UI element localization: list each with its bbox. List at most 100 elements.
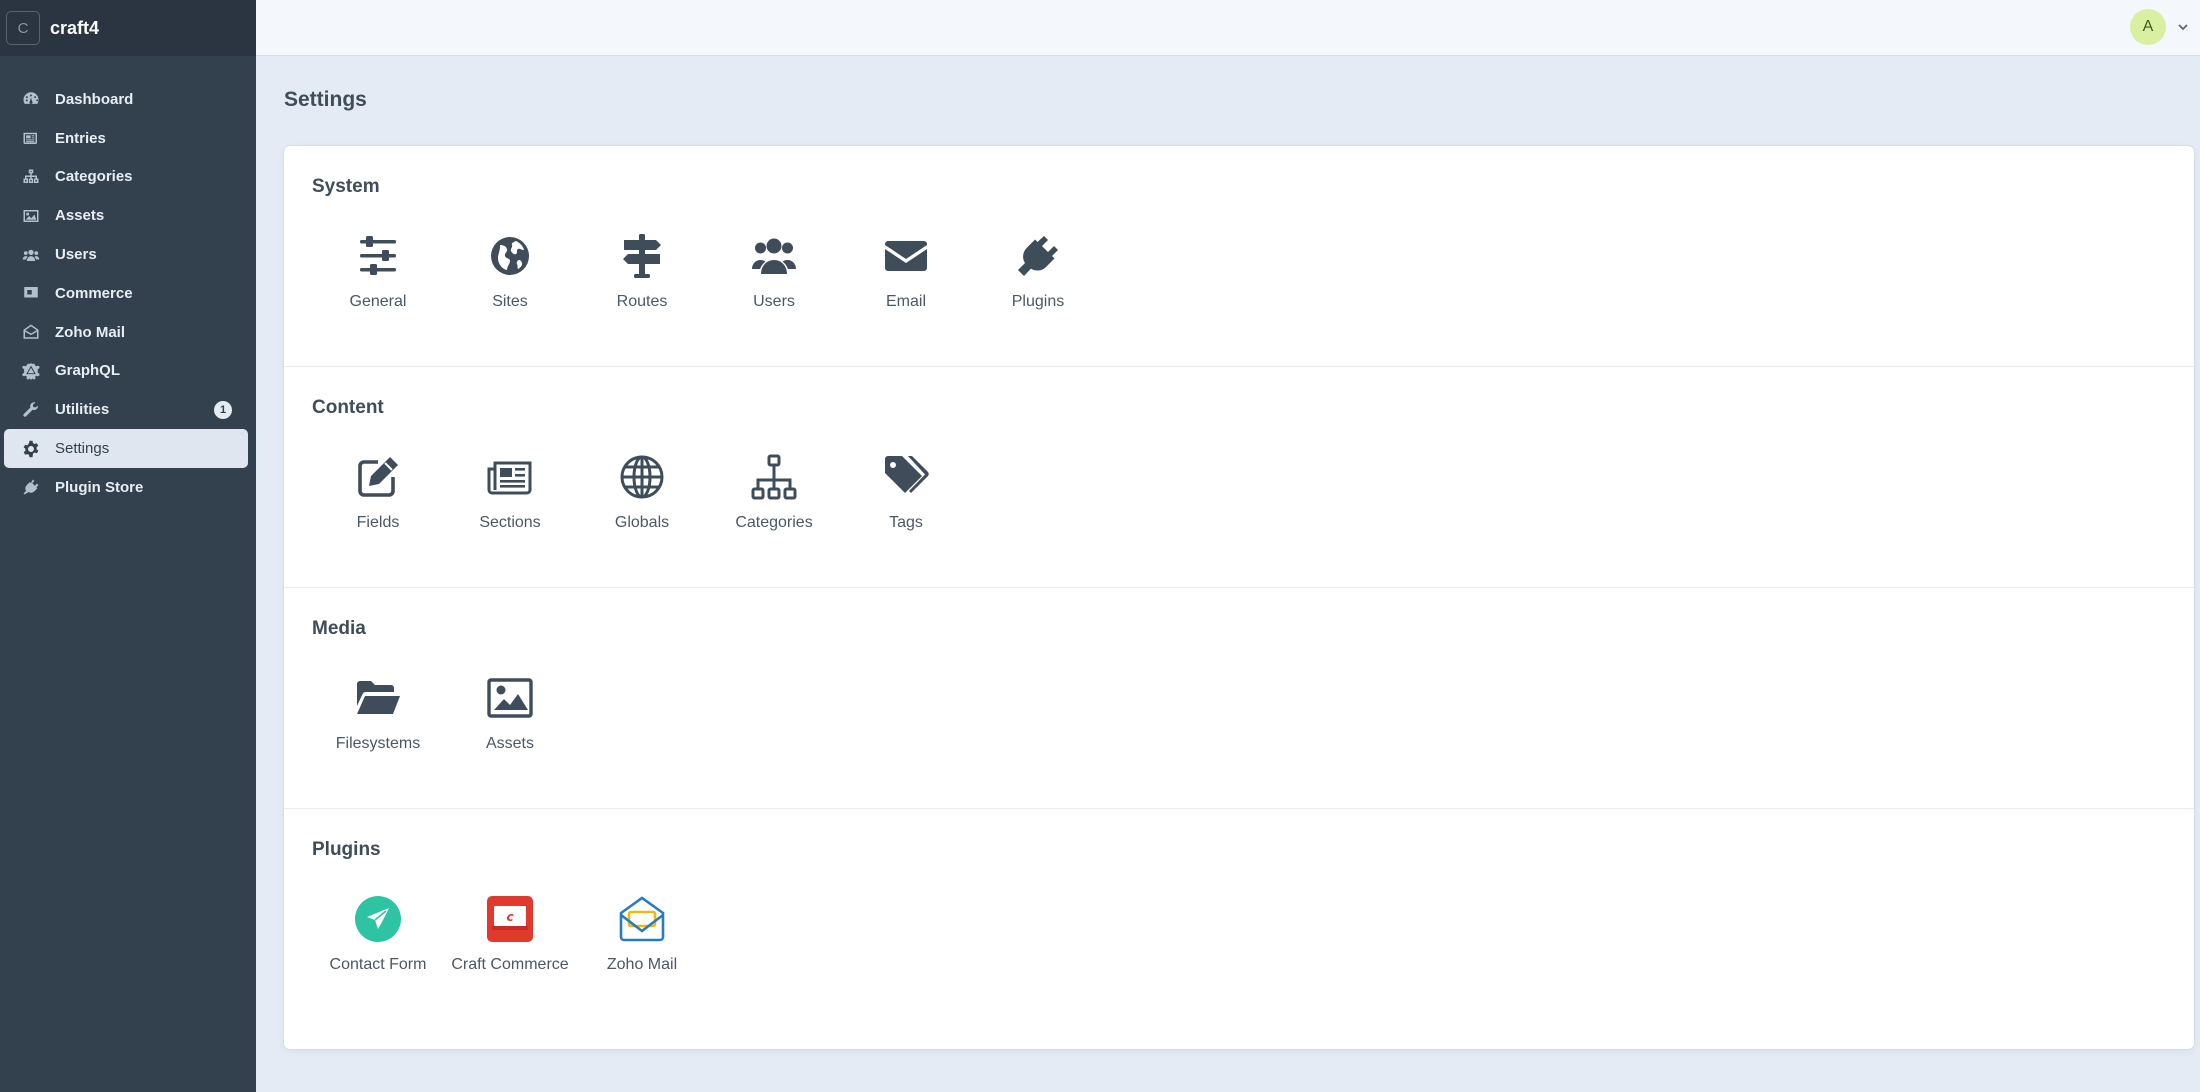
sidebar-item-label: Dashboard <box>55 90 134 108</box>
globe-icon <box>484 230 536 282</box>
settings-tiles: Filesystems Assets <box>312 672 576 755</box>
section-title: Plugins <box>312 839 381 860</box>
sidebar-item-users[interactable]: Users <box>4 235 248 274</box>
settings-tile-plugins[interactable]: Plugins <box>972 230 1104 313</box>
zoho-mail-icon <box>616 893 668 945</box>
tile-label: Fields <box>356 514 400 531</box>
tags-icon <box>880 451 932 503</box>
tile-label: General <box>349 293 407 310</box>
tile-label: Routes <box>616 293 668 310</box>
commerce-icon <box>20 283 42 303</box>
section-title: Content <box>312 397 384 418</box>
tile-label: Contact Form <box>329 956 427 973</box>
settings-tile-assets[interactable]: Assets <box>444 672 576 755</box>
image-icon <box>484 672 536 724</box>
tile-label: Assets <box>485 735 534 752</box>
sidebar-item-entries[interactable]: Entries <box>4 119 248 158</box>
tile-label: Sections <box>479 514 541 531</box>
sidebar: C craft4 Dashboard Entries Categories Asset… <box>0 0 256 1092</box>
graphql-icon <box>20 361 42 381</box>
settings-tile-contact-form[interactable]: Contact Form <box>312 893 444 976</box>
page-title: Settings <box>284 88 367 111</box>
sidebar-item-label: Zoho Mail <box>55 323 125 341</box>
sidebar-item-label: Settings <box>55 440 110 458</box>
site-name: craft4 <box>50 17 100 38</box>
site-header[interactable]: C craft4 <box>0 0 256 56</box>
sidebar-item-utilities[interactable]: Utilities 1 <box>4 390 248 429</box>
settings-tile-routes[interactable]: Routes <box>576 230 708 313</box>
settings-tile-tags[interactable]: Tags <box>840 451 972 534</box>
users-icon <box>20 245 42 265</box>
gauge-icon <box>20 89 42 109</box>
settings-tile-email[interactable]: Email <box>840 230 972 313</box>
sidebar-item-assets[interactable]: Assets <box>4 196 248 235</box>
settings-tile-globals[interactable]: Globals <box>576 451 708 534</box>
sidebar-item-graphql[interactable]: GraphQL <box>4 352 248 391</box>
settings-section-plugins: Plugins Contact Form c Craft Commerce Zoho M… <box>284 808 2194 1028</box>
settings-tiles: General Sites Routes Users Email Plugins <box>312 230 1104 313</box>
image-icon <box>20 206 42 226</box>
top-bar: A <box>256 0 2200 56</box>
settings-section-system: System General Sites Routes Users Email Plugin… <box>284 146 2194 366</box>
settings-section-media: Media Filesystems Assets <box>284 587 2194 807</box>
settings-tile-users[interactable]: Users <box>708 230 840 313</box>
globe-grid-icon <box>616 451 668 503</box>
tile-label: Users <box>753 293 795 310</box>
gear-icon <box>20 439 42 459</box>
tile-label: Craft Commerce <box>451 956 569 973</box>
pencil-square-icon <box>352 451 404 503</box>
settings-section-content: Content Fields Sections Globals Categories Ta… <box>284 366 2194 586</box>
notification-badge: 1 <box>214 401 232 420</box>
sidebar-item-dashboard[interactable]: Dashboard <box>4 80 248 119</box>
main-nav: Dashboard Entries Categories Assets Users Com… <box>0 80 256 507</box>
newspaper-icon <box>484 451 536 503</box>
envelope-open-icon <box>20 322 42 342</box>
sidebar-item-zoho-mail[interactable]: Zoho Mail <box>4 313 248 352</box>
sidebar-item-label: Utilities <box>55 401 110 419</box>
tile-label: Filesystems <box>335 735 421 752</box>
tile-label: Tags <box>889 514 923 531</box>
settings-tile-filesystems[interactable]: Filesystems <box>312 672 444 755</box>
tile-label: Sites <box>492 293 528 310</box>
settings-tile-fields[interactable]: Fields <box>312 451 444 534</box>
sidebar-item-label: Assets <box>55 207 105 225</box>
settings-tiles: Fields Sections Globals Categories Tags <box>312 451 972 534</box>
settings-tile-craft-commerce[interactable]: c Craft Commerce <box>444 893 576 976</box>
plug-icon <box>1012 230 1064 282</box>
settings-tile-zoho-mail[interactable]: Zoho Mail <box>576 893 708 976</box>
sidebar-item-settings[interactable]: Settings <box>4 429 248 468</box>
sidebar-item-label: Plugin Store <box>55 478 144 496</box>
settings-tile-sites[interactable]: Sites <box>444 230 576 313</box>
svg-text:c: c <box>506 910 513 924</box>
sidebar-item-label: Categories <box>55 168 133 186</box>
folder-open-icon <box>352 672 404 724</box>
site-logo: C <box>6 11 40 45</box>
sidebar-item-categories[interactable]: Categories <box>4 158 248 197</box>
sidebar-item-label: Users <box>55 246 97 264</box>
sidebar-item-plugin-store[interactable]: Plugin Store <box>4 468 248 507</box>
tile-label: Zoho Mail <box>606 956 678 973</box>
signpost-icon <box>616 230 668 282</box>
settings-tiles: Contact Form c Craft Commerce Zoho Mail <box>312 893 708 976</box>
tile-label: Email <box>885 293 926 310</box>
sidebar-item-label: Commerce <box>55 284 133 302</box>
chevron-down-icon[interactable] <box>2176 20 2190 34</box>
sliders-icon <box>352 230 404 282</box>
settings-tile-general[interactable]: General <box>312 230 444 313</box>
craft-commerce-icon: c <box>484 893 536 945</box>
settings-tile-categories[interactable]: Categories <box>708 451 840 534</box>
wrench-icon <box>20 400 42 420</box>
users-icon <box>748 230 800 282</box>
plug-icon <box>20 477 42 497</box>
section-title: Media <box>312 618 366 639</box>
section-title: System <box>312 176 380 197</box>
tile-label: Plugins <box>1011 293 1065 310</box>
tile-label: Globals <box>614 514 670 531</box>
sidebar-item-label: GraphQL <box>55 362 121 380</box>
settings-tile-sections[interactable]: Sections <box>444 451 576 534</box>
tile-label: Categories <box>735 514 813 531</box>
sidebar-item-commerce[interactable]: Commerce <box>4 274 248 313</box>
contact-form-icon <box>352 893 404 945</box>
user-avatar[interactable]: A <box>2130 9 2166 45</box>
sitemap-icon <box>20 167 42 187</box>
